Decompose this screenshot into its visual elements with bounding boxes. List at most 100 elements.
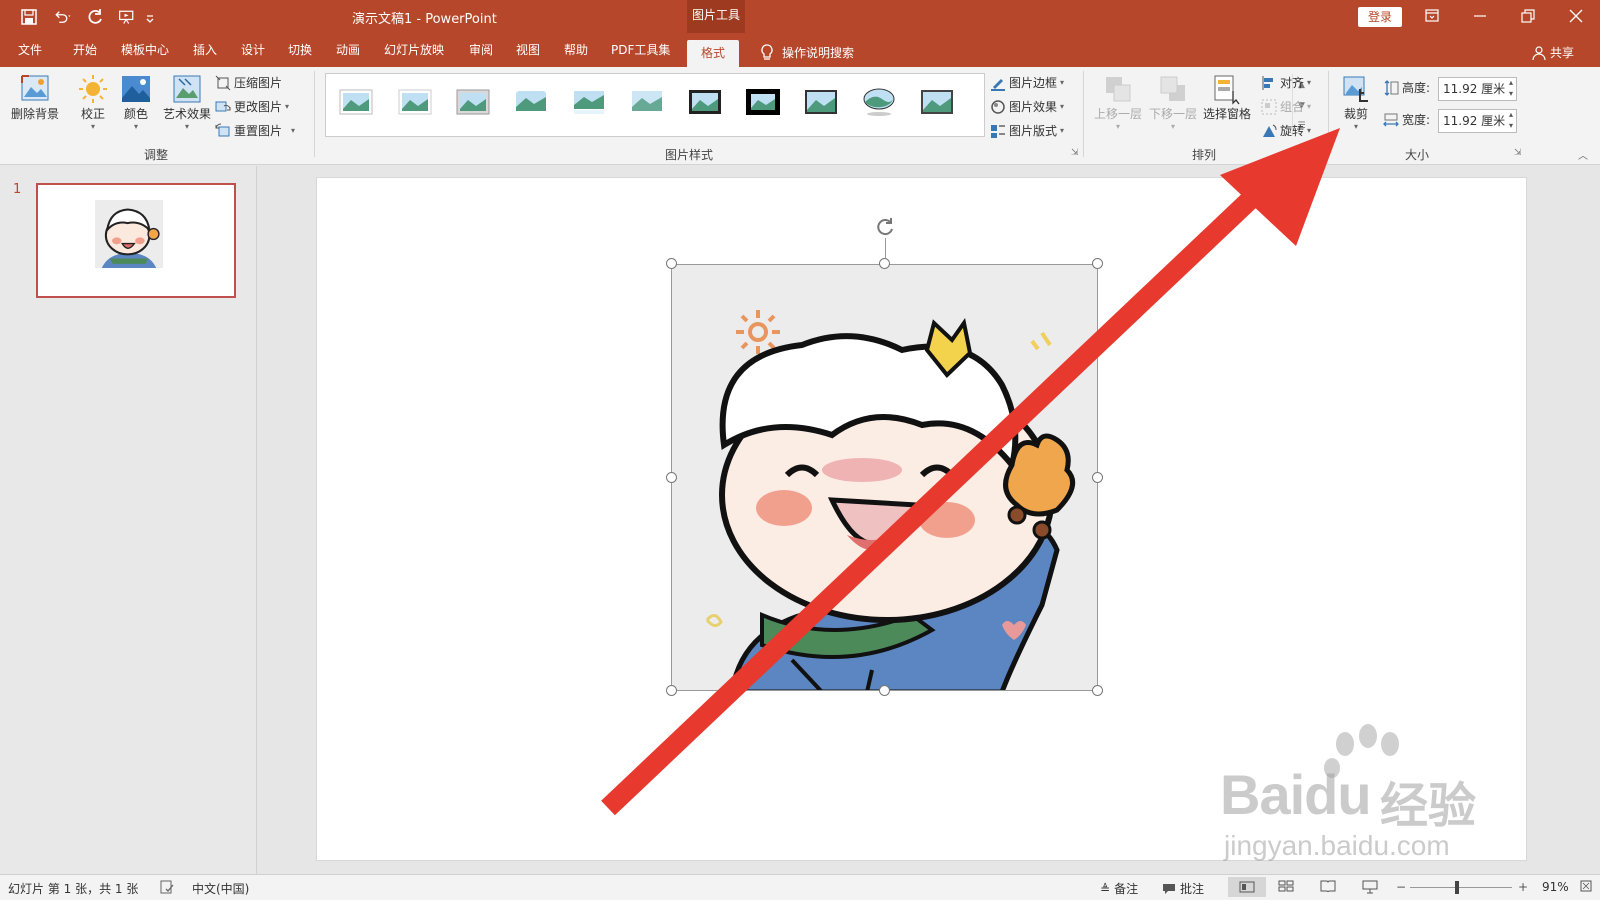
zoom-in-icon[interactable]: + (1518, 880, 1528, 894)
dialog-launcher-icon[interactable]: ⇲ (1071, 148, 1079, 158)
height-input[interactable]: 11.92 厘米 ▴ ▾ (1438, 77, 1517, 101)
tab-animations[interactable]: 动画 (336, 39, 360, 67)
tab-design[interactable]: 设计 (241, 39, 265, 67)
tab-review[interactable]: 审阅 (469, 39, 493, 67)
collapse-ribbon-icon[interactable]: ︿ (1578, 147, 1588, 162)
tab-view[interactable]: 视图 (516, 39, 540, 67)
save-icon[interactable] (18, 6, 40, 28)
change-picture-icon (215, 101, 231, 111)
comments-button[interactable]: 批注 (1162, 880, 1204, 897)
language-indicator[interactable]: 中文(中国) (192, 880, 249, 897)
height-value: 11.92 厘米 (1443, 82, 1506, 96)
reading-view-icon[interactable] (1320, 880, 1336, 895)
picture-border-button[interactable]: 图片边框 ▾ (990, 74, 1064, 91)
color-picture-icon (122, 76, 150, 102)
close-icon[interactable] (1562, 4, 1590, 28)
selection-pane-label: 选择窗格 (1202, 107, 1251, 121)
remove-background-button[interactable]: 删除背景 (9, 73, 61, 122)
adjust-group-label: 调整 (144, 148, 169, 162)
resize-handle-se[interactable] (1092, 685, 1103, 696)
style-thumbnail[interactable] (570, 86, 608, 118)
style-thumbnail[interactable] (918, 86, 956, 118)
rotate-button[interactable]: 旋转 ▾ (1261, 122, 1311, 139)
style-thumbnail[interactable] (860, 86, 898, 118)
notes-button[interactable]: ≜ 备注 (1100, 880, 1138, 897)
style-thumbnail[interactable] (628, 86, 666, 118)
style-thumbnail[interactable] (337, 86, 375, 118)
tab-slideshow[interactable]: 幻灯片放映 (384, 39, 444, 67)
resize-handle-s[interactable] (879, 685, 890, 696)
height-spinner-icon[interactable]: ▴ ▾ (1509, 77, 1513, 99)
reset-picture-button[interactable]: 重置图片 ▾ (215, 122, 295, 139)
tab-insert[interactable]: 插入 (193, 39, 217, 67)
change-picture-dropdown-icon: ▾ (285, 102, 290, 111)
tab-file[interactable]: 文件 (18, 39, 42, 67)
status-bar: 幻灯片 第 1 张，共 1 张 中文(中国) ≜ 备注 批注 − + 91% (0, 874, 1600, 900)
undo-icon[interactable] (48, 6, 78, 28)
size-dialog-launcher-icon[interactable]: ⇲ (1514, 148, 1522, 158)
group-button[interactable]: 组合 ▾ (1261, 98, 1311, 115)
tab-pdf-tools[interactable]: PDF工具集 (611, 39, 670, 67)
redo-icon[interactable] (84, 6, 106, 28)
resize-handle-nw[interactable] (666, 258, 677, 269)
resize-handle-sw[interactable] (666, 685, 677, 696)
tab-format[interactable]: 格式 (687, 40, 740, 68)
tab-home[interactable]: 开始 (73, 39, 97, 67)
login-button[interactable]: 登录 (1358, 7, 1402, 27)
selected-picture[interactable] (671, 264, 1098, 691)
rotate-handle-icon[interactable] (874, 216, 896, 238)
zoom-slider[interactable] (1410, 887, 1512, 888)
picture-effects-button[interactable]: 图片效果 ▾ (990, 98, 1064, 115)
corrections-button[interactable]: 校正 ▾ (78, 73, 108, 131)
resize-handle-ne[interactable] (1092, 258, 1103, 269)
slide-sorter-icon[interactable] (1278, 880, 1294, 895)
share-button[interactable]: 共享 (1532, 39, 1574, 67)
width-label: 宽度: (1402, 113, 1431, 127)
send-backward-icon (1160, 76, 1185, 101)
height-icon (1384, 79, 1399, 96)
artistic-effects-button[interactable]: 艺术效果 ▾ (159, 73, 215, 131)
tab-templates[interactable]: 模板中心 (121, 39, 169, 67)
color-dropdown-icon: ▾ (133, 122, 138, 131)
share-label: 共享 (1550, 46, 1575, 60)
style-thumbnail[interactable] (744, 86, 782, 118)
zoom-level[interactable]: 91% (1542, 880, 1569, 894)
fit-to-window-icon[interactable] (1580, 880, 1592, 895)
start-slideshow-icon[interactable] (114, 6, 140, 28)
style-thumbnail[interactable] (686, 86, 724, 118)
spellcheck-icon[interactable] (160, 880, 174, 897)
slide-thumbnail[interactable] (36, 183, 236, 298)
zoom-slider-thumb[interactable] (1455, 881, 1459, 894)
resize-handle-n[interactable] (879, 258, 890, 269)
selection-pane-button[interactable]: 选择窗格 (1201, 73, 1253, 122)
send-backward-button[interactable]: 下移一层 ▾ (1147, 73, 1199, 131)
width-spinner-icon[interactable]: ▴ ▾ (1509, 109, 1513, 131)
zoom-out-icon[interactable]: − (1396, 880, 1406, 894)
normal-view-icon[interactable] (1228, 877, 1266, 897)
resize-handle-w[interactable] (666, 472, 677, 483)
style-thumbnail[interactable] (396, 86, 434, 118)
ribbon-display-options-icon[interactable] (1418, 4, 1446, 28)
tell-me-search[interactable]: 操作说明搜索 (760, 39, 854, 67)
rotate-label: 旋转 (1280, 124, 1305, 138)
customize-qat-icon[interactable] (144, 6, 156, 28)
change-picture-button[interactable]: 更改图片 ▾ (215, 98, 289, 115)
color-button[interactable]: 颜色 ▾ (121, 73, 151, 131)
picture-layout-button[interactable]: 图片版式 ▾ (990, 122, 1064, 139)
style-thumbnail[interactable] (512, 86, 550, 118)
slideshow-view-icon[interactable] (1362, 880, 1378, 897)
restore-icon[interactable] (1514, 4, 1542, 28)
bring-forward-label: 上移一层 (1093, 107, 1142, 121)
bring-forward-button[interactable]: 上移一层 ▾ (1092, 73, 1144, 131)
crop-button[interactable]: 裁剪 ▾ (1336, 73, 1376, 131)
remove-background-icon (21, 75, 49, 101)
style-thumbnail[interactable] (454, 86, 492, 118)
compress-pictures-button[interactable]: 压缩图片 (215, 74, 282, 91)
tab-help[interactable]: 帮助 (564, 39, 588, 67)
style-thumbnail[interactable] (802, 86, 840, 118)
tab-transitions[interactable]: 切换 (288, 39, 312, 67)
minimize-icon[interactable] (1466, 4, 1494, 28)
resize-handle-e[interactable] (1092, 472, 1103, 483)
width-input[interactable]: 11.92 厘米 ▴ ▾ (1438, 109, 1517, 133)
align-button[interactable]: 对齐 ▾ (1261, 74, 1311, 91)
